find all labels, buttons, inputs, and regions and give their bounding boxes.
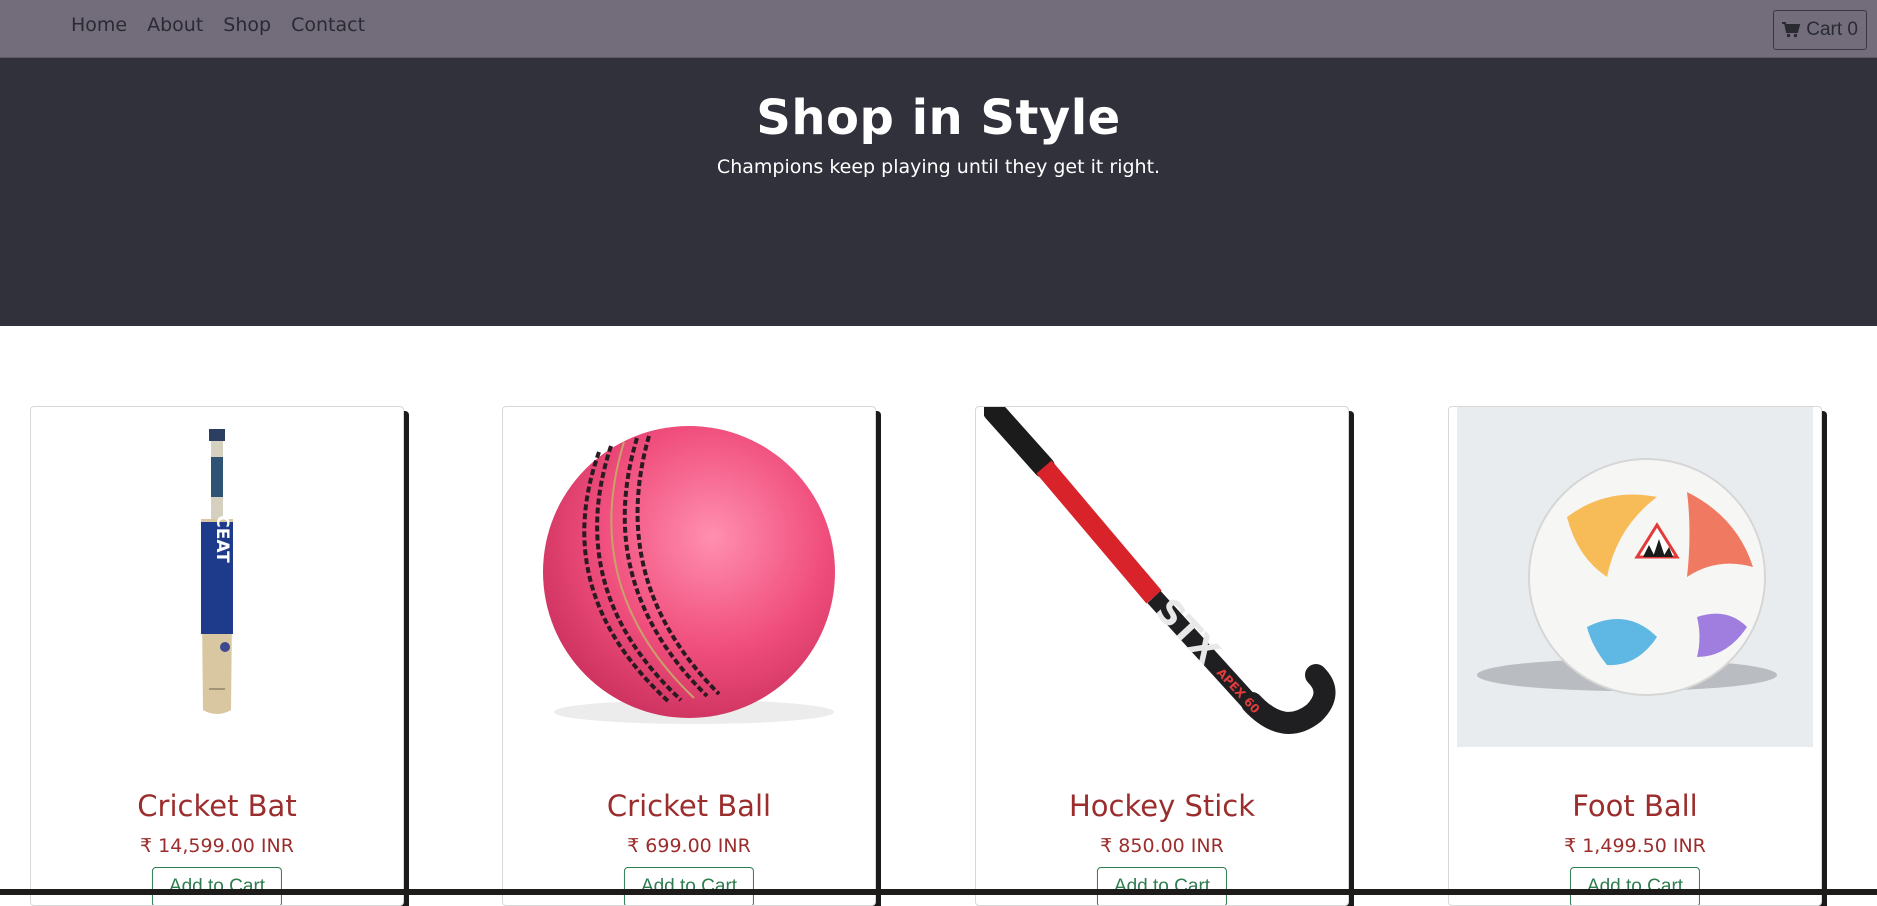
shopping-cart-icon	[1782, 22, 1801, 38]
svg-text:APEX 60: APEX 60	[1214, 665, 1263, 716]
add-to-cart-button[interactable]: Add to Cart	[1096, 867, 1228, 905]
nav-link-home[interactable]: Home	[71, 14, 127, 36]
svg-text:CEAT: CEAT	[212, 515, 232, 563]
product-price: ₹ 1,499.50 INR	[1564, 835, 1706, 857]
product-card-hockey-stick: STX APEX 60 Hockey Stick ₹ 850.00 INR Ad…	[975, 406, 1349, 906]
navbar: Home About Shop Contact Cart 0	[0, 0, 1877, 58]
product-name: Hockey Stick	[1068, 789, 1256, 823]
cricket-ball-icon	[511, 407, 867, 747]
product-card-foot-ball: Foot Ball ₹ 1,499.50 INR Add to Cart	[1448, 406, 1822, 906]
product-price: ₹ 699.00 INR	[627, 835, 751, 857]
product-name: Cricket Bat	[137, 789, 297, 823]
product-name: Cricket Ball	[606, 789, 772, 823]
product-card-cricket-ball: Cricket Ball ₹ 699.00 INR Add to Cart	[502, 406, 876, 906]
hockey-stick-icon: STX APEX 60	[984, 407, 1340, 747]
bottom-divider	[0, 889, 1877, 895]
product-grid: CEAT Cricket Bat ₹ 14,599.00 INR Add to …	[0, 406, 1877, 906]
product-price: ₹ 14,599.00 INR	[140, 835, 294, 857]
cart-label: Cart 0	[1806, 19, 1858, 40]
product-card-cricket-bat: CEAT Cricket Bat ₹ 14,599.00 INR Add to …	[30, 406, 404, 906]
cart-button[interactable]: Cart 0	[1773, 10, 1867, 50]
football-icon	[1457, 407, 1813, 747]
nav-link-contact[interactable]: Contact	[291, 14, 365, 36]
nav-link-about[interactable]: About	[147, 14, 203, 36]
product-name: Foot Ball	[1572, 789, 1698, 823]
cricket-bat-icon: CEAT	[39, 407, 395, 747]
add-to-cart-button[interactable]: Add to Cart	[623, 867, 755, 905]
hero-subtitle: Champions keep playing until they get it…	[716, 156, 1161, 178]
product-price: ₹ 850.00 INR	[1100, 835, 1224, 857]
nav-link-shop[interactable]: Shop	[223, 14, 271, 36]
hero-banner: Shop in Style Champions keep playing unt…	[0, 58, 1877, 326]
hero-title: Shop in Style	[756, 90, 1121, 146]
add-to-cart-button[interactable]: Add to Cart	[1569, 867, 1701, 905]
add-to-cart-button[interactable]: Add to Cart	[151, 867, 283, 905]
nav-links: Home About Shop Contact	[71, 14, 365, 36]
